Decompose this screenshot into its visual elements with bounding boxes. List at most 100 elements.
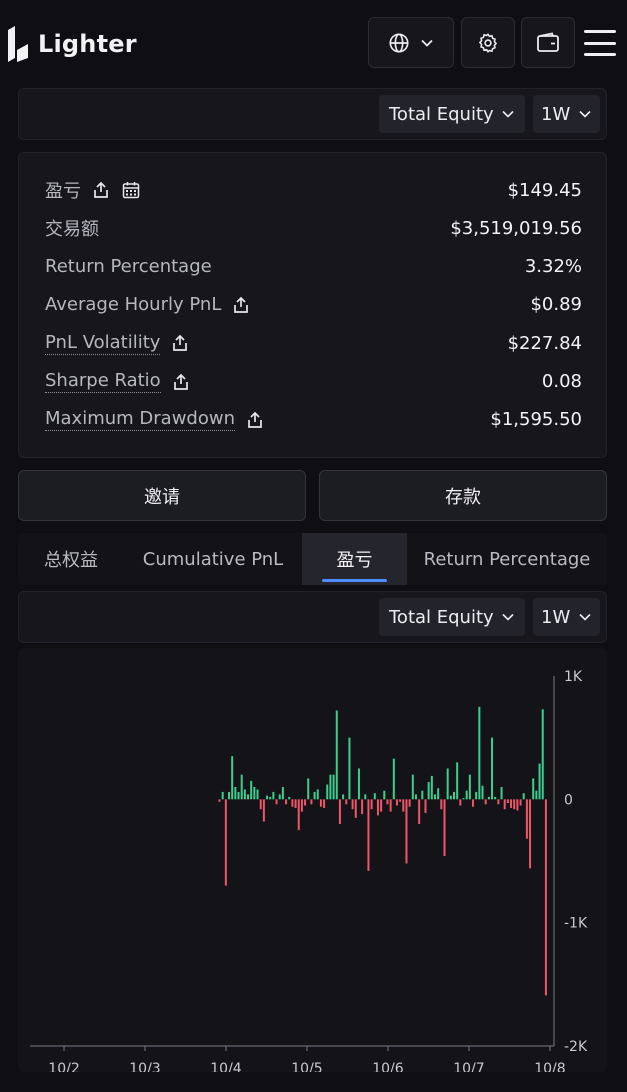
chart-range-dropdown[interactable]: 1W xyxy=(533,598,600,636)
pnl-bar xyxy=(376,799,379,816)
pnl-bar xyxy=(288,796,291,800)
tab-label: 盈亏 xyxy=(336,550,373,571)
pnl-bar xyxy=(395,799,398,806)
top-bar: Lighter xyxy=(0,0,627,88)
chart-metric-dropdown-value: Total Equity xyxy=(389,606,494,628)
stat-value: $149.45 xyxy=(507,179,582,201)
pnl-bar xyxy=(516,799,519,811)
pnl-bar xyxy=(370,799,373,810)
settings-button[interactable] xyxy=(461,17,515,68)
range-dropdown[interactable]: 1W xyxy=(533,95,600,133)
invite-button[interactable]: 邀请 xyxy=(18,470,306,521)
pnl-bar xyxy=(348,737,351,800)
pnl-bar xyxy=(481,785,484,800)
share-icon[interactable] xyxy=(91,180,111,200)
tab-cumulative-pnl[interactable]: Cumulative PnL xyxy=(124,533,302,585)
pnl-bar xyxy=(234,787,237,800)
stat-value: 0.08 xyxy=(541,371,582,392)
pnl-bar xyxy=(218,799,221,802)
active-tab-indicator xyxy=(322,579,387,582)
share-icon[interactable] xyxy=(171,372,191,392)
pnl-bar xyxy=(430,775,433,800)
pnl-bar xyxy=(402,799,405,812)
stat-label-text[interactable]: Maximum Drawdown xyxy=(45,408,235,432)
pnl-bar xyxy=(541,709,544,800)
tab-label: Cumulative PnL xyxy=(142,548,284,570)
chart-tabs: 总权益 Cumulative PnL 盈亏 Return Percentage xyxy=(18,533,607,585)
pnl-bar xyxy=(281,787,284,800)
pnl-bar xyxy=(256,789,259,800)
pnl-bar xyxy=(345,799,348,805)
share-icon[interactable] xyxy=(170,333,190,353)
pnl-bar xyxy=(424,799,427,813)
pnl-bar xyxy=(427,782,430,800)
tab-pnl[interactable]: 盈亏 xyxy=(302,533,407,585)
summary-filter-bar: Total Equity 1W xyxy=(18,88,607,140)
pnl-bar xyxy=(443,799,446,857)
x-tick-label: 10/4 xyxy=(210,1061,242,1072)
pnl-bar xyxy=(465,790,468,800)
pnl-bar xyxy=(313,791,316,800)
language-button[interactable] xyxy=(368,17,454,68)
app-logo[interactable]: Lighter xyxy=(6,24,137,64)
pnl-chart[interactable]: 1K 0 -1K -2K 10/2 10/3 10/4 10/5 10/6 10/7 10/8 xyxy=(18,648,607,1072)
pnl-bar xyxy=(342,794,345,800)
stat-row: 交易额 $3,519,019.56 xyxy=(45,213,582,243)
range-dropdown-value: 1W xyxy=(541,103,571,125)
chart-metric-dropdown[interactable]: Total Equity xyxy=(379,598,525,636)
pnl-bar xyxy=(503,799,506,810)
pnl-bar xyxy=(446,768,449,800)
deposit-button[interactable]: 存款 xyxy=(319,470,607,521)
stat-label: Return Percentage xyxy=(45,256,212,277)
tab-total-equity[interactable]: 总权益 xyxy=(18,533,124,585)
pnl-bar xyxy=(535,790,538,800)
pnl-bar xyxy=(224,799,227,886)
pnl-bar xyxy=(357,768,360,800)
stat-row: Return Percentage 3.32% xyxy=(45,252,582,282)
stat-label-text[interactable]: PnL Volatility xyxy=(45,332,161,355)
y-tick-label: 0 xyxy=(564,792,573,808)
metric-dropdown[interactable]: Total Equity xyxy=(379,95,525,133)
share-icon[interactable] xyxy=(231,295,251,315)
hamburger-menu-icon[interactable] xyxy=(582,26,618,60)
stat-label-text[interactable]: Sharpe Ratio xyxy=(45,370,161,393)
pnl-bar xyxy=(304,799,307,806)
pnl-bar xyxy=(392,758,395,800)
pnl-bar xyxy=(538,763,541,800)
pnl-bar xyxy=(237,791,240,800)
menu-line xyxy=(584,41,616,45)
pnl-bar xyxy=(475,791,478,800)
gear-icon xyxy=(478,32,498,53)
pnl-bar xyxy=(437,788,440,800)
pnl-bar xyxy=(519,799,522,806)
pnl-bar xyxy=(525,799,528,839)
x-tick-label: 10/8 xyxy=(534,1061,565,1072)
stat-value: $1,595.50 xyxy=(490,409,582,431)
pnl-bar xyxy=(316,789,319,800)
pnl-bar xyxy=(510,799,513,808)
stat-label: Average Hourly PnL xyxy=(45,294,251,315)
pnl-bar xyxy=(367,799,370,871)
pnl-bar xyxy=(361,799,364,815)
pnl-bar xyxy=(478,706,481,800)
pnl-bar xyxy=(497,799,500,805)
pnl-bar xyxy=(389,799,392,812)
tab-return-percentage[interactable]: Return Percentage xyxy=(407,533,607,585)
pnl-bar xyxy=(414,794,417,800)
pnl-bar xyxy=(259,799,262,810)
stat-row: Maximum Drawdown $1,595.50 xyxy=(45,405,582,435)
pnl-bar xyxy=(231,756,234,800)
pnl-bar xyxy=(405,799,408,864)
pnl-bar xyxy=(472,799,475,807)
pnl-bar xyxy=(468,774,471,800)
calendar-icon[interactable] xyxy=(121,180,141,200)
pnl-bar xyxy=(484,799,487,805)
chevron-down-icon xyxy=(579,613,591,621)
share-icon[interactable] xyxy=(245,410,265,430)
wallet-button[interactable] xyxy=(521,17,575,68)
pnl-bar xyxy=(329,774,332,800)
pnl-bar xyxy=(513,799,516,810)
wallet-icon xyxy=(537,31,559,52)
pnl-bar-chart: 1K 0 -1K -2K 10/2 10/3 10/4 10/5 10/6 10/7 10/8 xyxy=(30,669,588,1072)
tab-label: 总权益 xyxy=(44,550,98,571)
